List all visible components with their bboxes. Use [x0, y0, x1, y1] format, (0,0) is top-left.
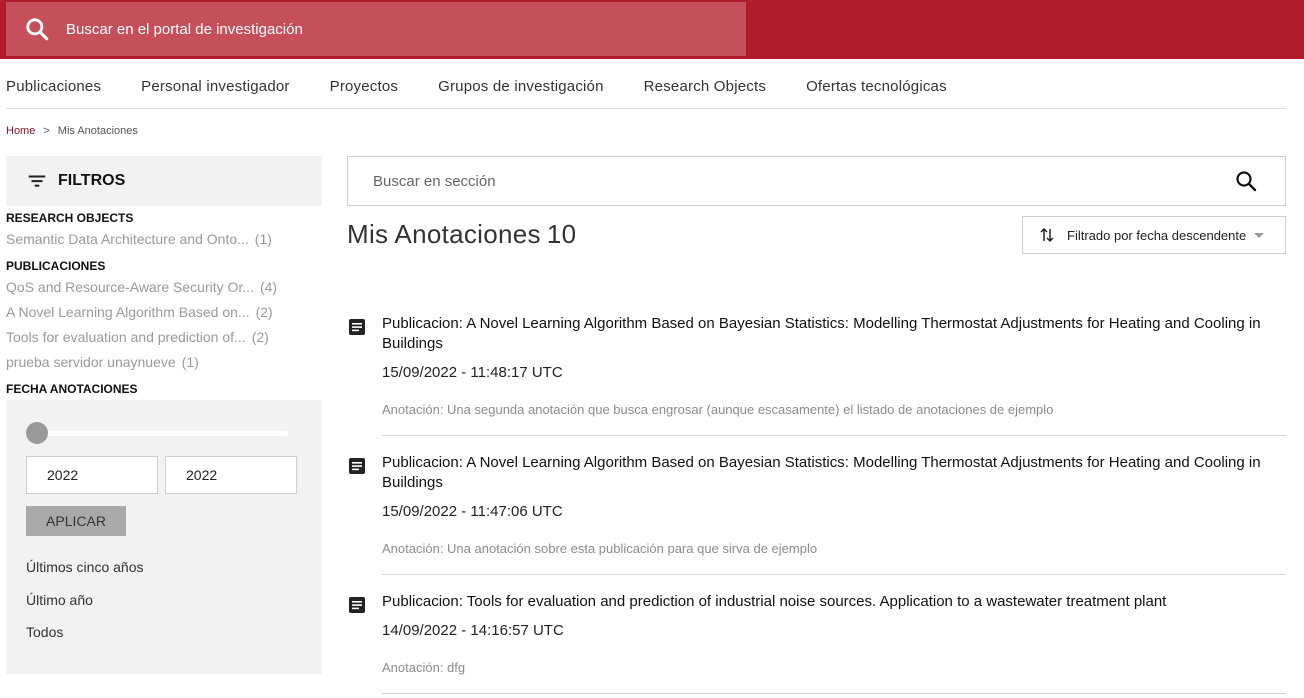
results-count: 10 — [546, 219, 577, 249]
filter-item-count: (2) — [255, 304, 273, 320]
annotation-note: Anotación: Una segunda anotación que bus… — [382, 402, 1054, 417]
filter-item-label: prueba servidor unaynueve — [6, 354, 176, 370]
filters-header[interactable]: FILTROS — [6, 156, 322, 206]
breadcrumb-home[interactable]: Home — [6, 125, 35, 137]
portal-search-placeholder: Buscar en el portal de investigación — [66, 20, 303, 38]
page-title-text: Mis Anotaciones — [347, 219, 541, 249]
sort-icon — [1040, 227, 1054, 243]
section-search-input[interactable]: Buscar en sección — [347, 156, 1286, 206]
annotation-date: 15/09/2022 - 11:47:06 UTC — [382, 503, 563, 520]
date-from-input[interactable]: 2022 — [26, 456, 158, 494]
filter-item-label: A Novel Learning Algorithm Based on... — [6, 304, 250, 320]
annotation-date: 15/09/2022 - 11:48:17 UTC — [382, 364, 563, 381]
annotation-date: 14/09/2022 - 14:16:57 UTC — [382, 622, 564, 639]
breadcrumb-separator: > — [43, 125, 50, 137]
filter-item-count: (2) — [251, 329, 269, 345]
top-bar: Buscar en el portal de investigación — [0, 0, 1304, 59]
document-icon — [349, 597, 365, 613]
annotation-title[interactable]: Publicacion: A Novel Learning Algorithm … — [382, 453, 1282, 493]
section-search-placeholder: Buscar en sección — [373, 172, 496, 190]
nav-grupos-investigacion[interactable]: Grupos de investigación — [438, 78, 604, 95]
annotation-note: Anotación: dfg — [382, 660, 466, 675]
filter-item[interactable]: Semantic Data Architecture and Onto... (1… — [6, 231, 272, 247]
breadcrumb-current: Mis Anotaciones — [57, 125, 138, 137]
nav-research-objects[interactable]: Research Objects — [644, 78, 766, 95]
page-title: Mis Anotaciones 10 — [347, 219, 576, 250]
portal-search-input[interactable]: Buscar en el portal de investigación — [6, 2, 746, 56]
nav-proyectos[interactable]: Proyectos — [330, 78, 399, 95]
nav-personal-investigador[interactable]: Personal investigador — [141, 78, 289, 95]
search-icon[interactable] — [1234, 169, 1258, 193]
filter-item-label: Tools for evaluation and prediction of..… — [6, 329, 246, 345]
quick-filter-last-year[interactable]: Último año — [26, 592, 93, 608]
filters-title: FILTROS — [58, 172, 126, 189]
quick-filter-five-years[interactable]: Últimos cinco años — [26, 559, 144, 575]
filter-item-count: (1) — [181, 354, 199, 370]
document-icon — [349, 319, 365, 335]
annotation-title[interactable]: Publicacion: A Novel Learning Algorithm … — [382, 314, 1282, 354]
quick-filter-all[interactable]: Todos — [26, 624, 63, 640]
nav-publicaciones[interactable]: Publicaciones — [6, 78, 101, 95]
date-slider-track[interactable] — [36, 431, 288, 436]
divider — [382, 693, 1286, 694]
chevron-down-icon — [1254, 232, 1265, 238]
date-filter-panel: 2022 2022 APLICAR Últimos cinco años Últ… — [6, 400, 322, 674]
filter-item[interactable]: QoS and Resource-Aware Security Or... (4) — [6, 279, 277, 295]
divider — [382, 574, 1286, 575]
sort-label: Filtrado por fecha descendente — [1067, 227, 1247, 243]
annotation-note: Anotación: Una anotación sobre esta publ… — [382, 541, 818, 556]
filter-group-publicaciones: PUBLICACIONES — [6, 259, 106, 273]
search-icon[interactable] — [24, 16, 50, 42]
filter-item[interactable]: A Novel Learning Algorithm Based on... (2… — [6, 304, 273, 320]
filter-item[interactable]: prueba servidor unaynueve (1) — [6, 354, 199, 370]
filter-item[interactable]: Tools for evaluation and prediction of..… — [6, 329, 269, 345]
nav-ofertas-tecnologicas[interactable]: Ofertas tecnológicas — [806, 78, 947, 95]
filter-group-research-objects: RESEARCH OBJECTS — [6, 211, 134, 225]
filter-item-label: Semantic Data Architecture and Onto... — [6, 231, 249, 247]
main-nav: Publicaciones Personal investigador Proy… — [6, 64, 1286, 109]
filter-item-count: (4) — [259, 279, 278, 295]
filter-item-label: QoS and Resource-Aware Security Or... — [6, 279, 254, 295]
annotation-title[interactable]: Publicacion: Tools for evaluation and pr… — [382, 592, 1282, 612]
breadcrumb: Home > Mis Anotaciones — [6, 125, 138, 137]
date-slider-handle[interactable] — [26, 422, 48, 444]
apply-button[interactable]: APLICAR — [26, 506, 126, 536]
filter-icon — [28, 175, 46, 187]
filter-item-count: (1) — [254, 231, 272, 247]
sort-dropdown[interactable]: Filtrado por fecha descendente — [1022, 216, 1286, 254]
date-to-input[interactable]: 2022 — [165, 456, 297, 494]
document-icon — [349, 458, 365, 474]
divider — [382, 435, 1286, 436]
filter-group-fecha: FECHA ANOTACIONES — [6, 382, 138, 396]
